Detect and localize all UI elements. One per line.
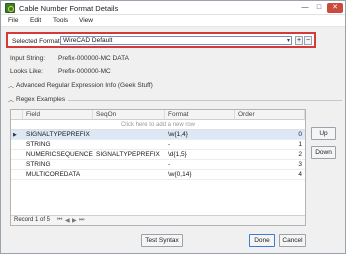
table-row[interactable]: MULTICOREDATA \w{0,14} 4: [11, 170, 305, 180]
regex-examples-grid: Field SeqOn Format Order Click here to a…: [10, 109, 306, 226]
record-count: Record 1 of 5: [14, 217, 51, 223]
table-row[interactable]: ▶ SIGNALTYPEPREFIX \w{1,4} 0: [11, 130, 305, 140]
first-record-icon[interactable]: ⏮: [57, 217, 62, 224]
column-header-seqon[interactable]: SeqOn: [93, 110, 165, 120]
cable-number-format-window: Cable Number Format Details — □ ✕ File E…: [0, 0, 346, 254]
app-icon: [5, 3, 15, 13]
cancel-button[interactable]: Cancel: [279, 234, 306, 247]
looks-like-value: Prefix-000000-MC: [58, 68, 111, 75]
cell-seqon[interactable]: [93, 170, 165, 180]
cell-field[interactable]: SIGNALTYPEPREFIX: [23, 130, 93, 140]
last-record-icon[interactable]: ⏭: [79, 217, 84, 224]
table-row[interactable]: NUMERICSEQUENCE SIGNALTYPEPREFIX \d{1,5}…: [11, 150, 305, 160]
cell-format[interactable]: -: [165, 160, 235, 170]
regex-examples-section-header[interactable]: ︿ Regex Examples: [6, 95, 342, 104]
next-record-icon[interactable]: ▶: [72, 217, 77, 224]
remove-format-button[interactable]: −: [304, 36, 312, 45]
cell-seqon[interactable]: [93, 160, 165, 170]
cell-format[interactable]: -: [165, 140, 235, 150]
column-header-order[interactable]: Order: [235, 110, 305, 120]
current-row-icon: ▶: [13, 132, 17, 138]
menu-edit[interactable]: Edit: [30, 17, 41, 24]
cell-order[interactable]: 4: [235, 170, 305, 180]
cell-format[interactable]: \w{1,4}: [165, 130, 235, 140]
move-up-button[interactable]: Up: [311, 127, 336, 140]
input-string-label: Input String:: [10, 55, 46, 62]
grid-footer: Record 1 of 5 ⏮ ◀ ▶ ⏭: [11, 215, 305, 225]
window-title: Cable Number Format Details: [19, 4, 119, 13]
looks-like-label: Looks Like:: [10, 68, 43, 75]
collapse-icon[interactable]: ︿: [8, 95, 14, 104]
collapse-icon[interactable]: ︿: [8, 81, 14, 90]
cell-field[interactable]: STRING: [23, 160, 93, 170]
selected-format-value: WireCAD Default: [63, 37, 113, 44]
cell-format[interactable]: \d{1,5}: [165, 150, 235, 160]
menu-view[interactable]: View: [79, 17, 93, 24]
title-bar: Cable Number Format Details — □ ✕: [1, 1, 345, 15]
new-row-placeholder[interactable]: Click here to add a new row: [11, 120, 305, 130]
section-divider: [68, 100, 342, 101]
test-syntax-button[interactable]: Test Syntax: [141, 234, 183, 247]
table-row[interactable]: STRING - 3: [11, 160, 305, 170]
advanced-regex-section-header[interactable]: ︿ Advanced Regular Expression Info (Geek…: [6, 81, 342, 90]
move-down-button[interactable]: Down: [311, 146, 336, 159]
maximize-icon[interactable]: □: [312, 3, 326, 13]
menu-bar: File Edit Tools View: [1, 15, 345, 27]
cell-seqon[interactable]: [93, 130, 165, 140]
column-header-format[interactable]: Format: [165, 110, 235, 120]
cell-field[interactable]: MULTICOREDATA: [23, 170, 93, 180]
menu-file[interactable]: File: [8, 17, 18, 24]
column-header-field[interactable]: Field: [23, 110, 93, 120]
chevron-down-icon[interactable]: ▾: [287, 37, 290, 45]
table-row[interactable]: STRING - 1: [11, 140, 305, 150]
cell-order[interactable]: 3: [235, 160, 305, 170]
cell-order[interactable]: 0: [235, 130, 305, 140]
selected-format-dropdown[interactable]: WireCAD Default ▾: [60, 36, 292, 45]
cell-order[interactable]: 2: [235, 150, 305, 160]
row-indicator-header: [11, 110, 23, 120]
prev-record-icon[interactable]: ◀: [65, 217, 70, 224]
cell-seqon[interactable]: SIGNALTYPEPREFIX: [93, 150, 165, 160]
regex-examples-section-label: Regex Examples: [16, 96, 66, 103]
menu-tools[interactable]: Tools: [53, 17, 68, 24]
input-string-value: Prefix-000000-MC DATA: [58, 55, 129, 62]
selected-format-label: Selected Format:: [12, 38, 62, 45]
cell-field[interactable]: STRING: [23, 140, 93, 150]
cell-format[interactable]: \w{0,14}: [165, 170, 235, 180]
done-button[interactable]: Done: [249, 234, 275, 247]
cell-field[interactable]: NUMERICSEQUENCE: [23, 150, 93, 160]
cell-seqon[interactable]: [93, 140, 165, 150]
close-icon[interactable]: ✕: [327, 3, 343, 13]
minimize-icon[interactable]: —: [298, 3, 312, 13]
selected-format-row: Selected Format: WireCAD Default ▾ + −: [6, 32, 316, 48]
cell-order[interactable]: 1: [235, 140, 305, 150]
advanced-regex-section-label: Advanced Regular Expression Info (Geek S…: [16, 82, 153, 89]
add-format-button[interactable]: +: [295, 36, 303, 45]
